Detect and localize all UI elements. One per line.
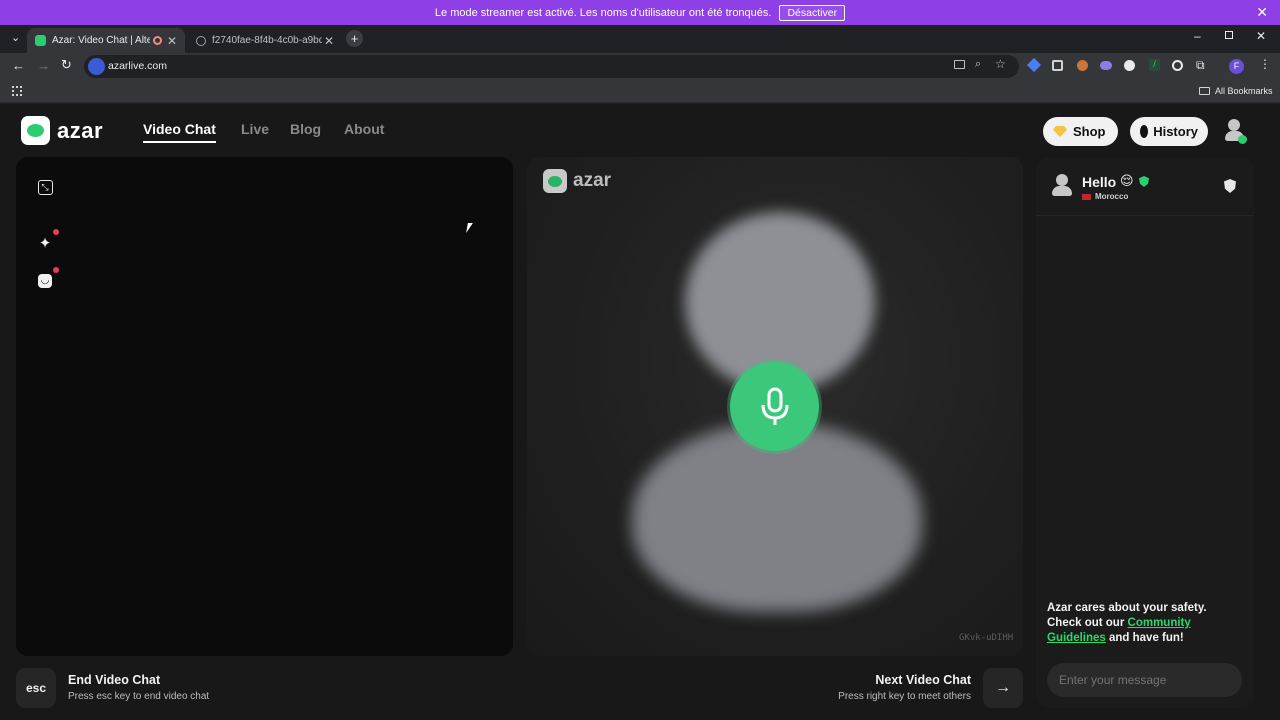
next-chat-button[interactable]: → [983, 668, 1023, 708]
recording-indicator-icon [153, 36, 162, 45]
tab-search-chevron-icon[interactable]: ⌄ [11, 31, 20, 44]
close-banner-icon[interactable]: ✕ [1256, 5, 1268, 19]
banner-message: Le mode streamer est activé. Les noms d'… [434, 6, 772, 19]
forward-icon[interactable]: → [37, 58, 50, 73]
sticker-button[interactable]: ◡ [36, 267, 59, 290]
azar-page: azar Video Chat Live Blog About Shop His… [0, 104, 1280, 720]
profile-avatar[interactable]: F [1229, 59, 1244, 74]
end-chat-title[interactable]: End Video Chat [68, 673, 160, 687]
verified-shield-icon [1139, 176, 1149, 187]
mouse-cursor-icon [466, 223, 473, 233]
browser-tab-bar: ⌄ Azar: Video Chat | Alternati ✕ f2740fa… [0, 25, 1280, 53]
partner-video-panel: azar GKvk-uDIHH [527, 157, 1023, 656]
extensions-puzzle-icon[interactable]: ⧉ [1196, 58, 1205, 73]
nav-live[interactable]: Live [241, 121, 269, 137]
minimize-icon[interactable]: – [1194, 29, 1201, 43]
all-bookmarks-link[interactable]: All Bookmarks [1215, 86, 1273, 96]
azar-logo-icon [21, 116, 50, 145]
nav-about[interactable]: About [344, 121, 384, 137]
partner-avatar[interactable] [1052, 174, 1072, 198]
nav-blog[interactable]: Blog [290, 121, 321, 137]
watermark-text: azar [573, 170, 612, 191]
morocco-flag-icon [1082, 194, 1091, 200]
close-window-icon[interactable]: ✕ [1256, 29, 1266, 43]
clock-icon [1140, 125, 1149, 138]
session-code: GKvk-uDIHH [959, 633, 1014, 643]
url-text: azarlive.com [108, 60, 167, 72]
tab-title: Azar: Video Chat | Alternati [52, 35, 150, 46]
close-tab-icon[interactable]: ✕ [167, 34, 177, 48]
zoom-icon[interactable]: ⌕ [975, 58, 981, 71]
microphone-icon [761, 387, 788, 425]
header-divider [1036, 215, 1254, 216]
safety-suffix: and have fun! [1109, 632, 1184, 644]
history-button[interactable]: History [1130, 117, 1208, 146]
tab-uuid[interactable]: f2740fae-8f4b-4c0b-a9bd-920 ✕ [188, 28, 342, 53]
streamer-mode-banner: Le mode streamer est activé. Les noms d'… [0, 0, 1280, 25]
shop-label: Shop [1073, 124, 1106, 139]
partner-country: Morocco [1095, 192, 1129, 201]
extension-pin-icon[interactable] [1026, 57, 1042, 73]
azar-logo-text: azar [57, 117, 104, 143]
notification-dot [53, 229, 59, 235]
extension-grid-icon[interactable] [1052, 60, 1063, 71]
end-chat-key[interactable]: esc [16, 668, 56, 708]
safety-notice: Azar cares about your safety. Check out … [1047, 601, 1247, 646]
shop-button[interactable]: Shop [1043, 117, 1118, 146]
browser-toolbar: ← → ↻ azarlive.com ⌕ ☆ / ⧉ F ⋮ [0, 53, 1280, 81]
effects-button[interactable]: ✦ [36, 229, 59, 252]
video-watermark-logo: azar [543, 169, 611, 193]
nav-video-chat[interactable]: Video Chat [143, 121, 216, 143]
smiley-icon: ◡ [38, 274, 52, 288]
globe-icon [196, 35, 206, 46]
next-chat-hint: Press right key to meet others [838, 691, 971, 702]
extension-cookie-icon[interactable] [1077, 60, 1088, 71]
sparkle-icon: ✦ [38, 235, 52, 252]
minimize-video-button[interactable]: ⤡ [36, 178, 54, 196]
user-profile-button[interactable] [1224, 117, 1248, 145]
cast-icon[interactable] [954, 60, 965, 69]
gem-icon [1053, 126, 1067, 137]
azar-favicon-icon [35, 35, 46, 46]
site-info-icon[interactable] [88, 58, 105, 75]
reload-icon[interactable]: ↻ [61, 57, 72, 73]
self-video-panel: ⤡ ✦ ◡ [16, 157, 513, 656]
close-tab-icon[interactable]: ✕ [324, 34, 334, 48]
safety-line-2-prefix: Check out our [1047, 617, 1125, 629]
extension-face-icon[interactable] [1124, 60, 1135, 71]
new-tab-icon[interactable]: + [346, 30, 363, 47]
extension-cloud-icon[interactable] [1100, 61, 1112, 70]
chat-message-input[interactable] [1047, 663, 1242, 697]
history-label: History [1153, 124, 1198, 139]
next-chat-title[interactable]: Next Video Chat [875, 673, 971, 687]
bookmarks-bar: All Bookmarks [0, 81, 1280, 103]
online-badge-icon [1238, 135, 1247, 144]
folder-icon [1199, 87, 1210, 95]
end-chat-hint: Press esc key to end video chat [68, 691, 210, 702]
disable-streamer-mode-button[interactable]: Désactiver [779, 4, 846, 21]
apps-grid-icon[interactable] [12, 86, 22, 96]
azar-logo-icon [543, 169, 567, 193]
restore-icon[interactable] [1225, 31, 1233, 39]
chat-panel: Hello 😌 Morocco Azar cares about your sa… [1036, 157, 1254, 708]
extension-slash-icon[interactable]: / [1149, 59, 1160, 71]
partner-emoji: 😌 [1120, 173, 1134, 188]
notification-dot [53, 267, 59, 273]
collapse-icon: ⤡ [37, 179, 53, 195]
extension-record-icon[interactable] [1172, 60, 1183, 71]
address-bar[interactable]: azarlive.com ⌕ ☆ [84, 55, 1019, 78]
bookmark-star-icon[interactable]: ☆ [995, 57, 1006, 71]
tab-azar[interactable]: Azar: Video Chat | Alternati ✕ [27, 28, 185, 53]
azar-logo[interactable]: azar [21, 116, 103, 145]
partner-name: Hello [1082, 174, 1117, 190]
safety-line-1: Azar cares about your safety. [1047, 602, 1207, 614]
tab-title: f2740fae-8f4b-4c0b-a9bd-920 [212, 35, 322, 46]
browser-menu-icon[interactable]: ⋮ [1259, 57, 1271, 71]
back-icon[interactable]: ← [12, 58, 25, 73]
arrow-right-icon: → [995, 679, 1011, 696]
user-avatar-icon [1228, 119, 1240, 131]
microphone-button[interactable] [730, 362, 819, 451]
report-shield-icon[interactable] [1224, 179, 1236, 193]
